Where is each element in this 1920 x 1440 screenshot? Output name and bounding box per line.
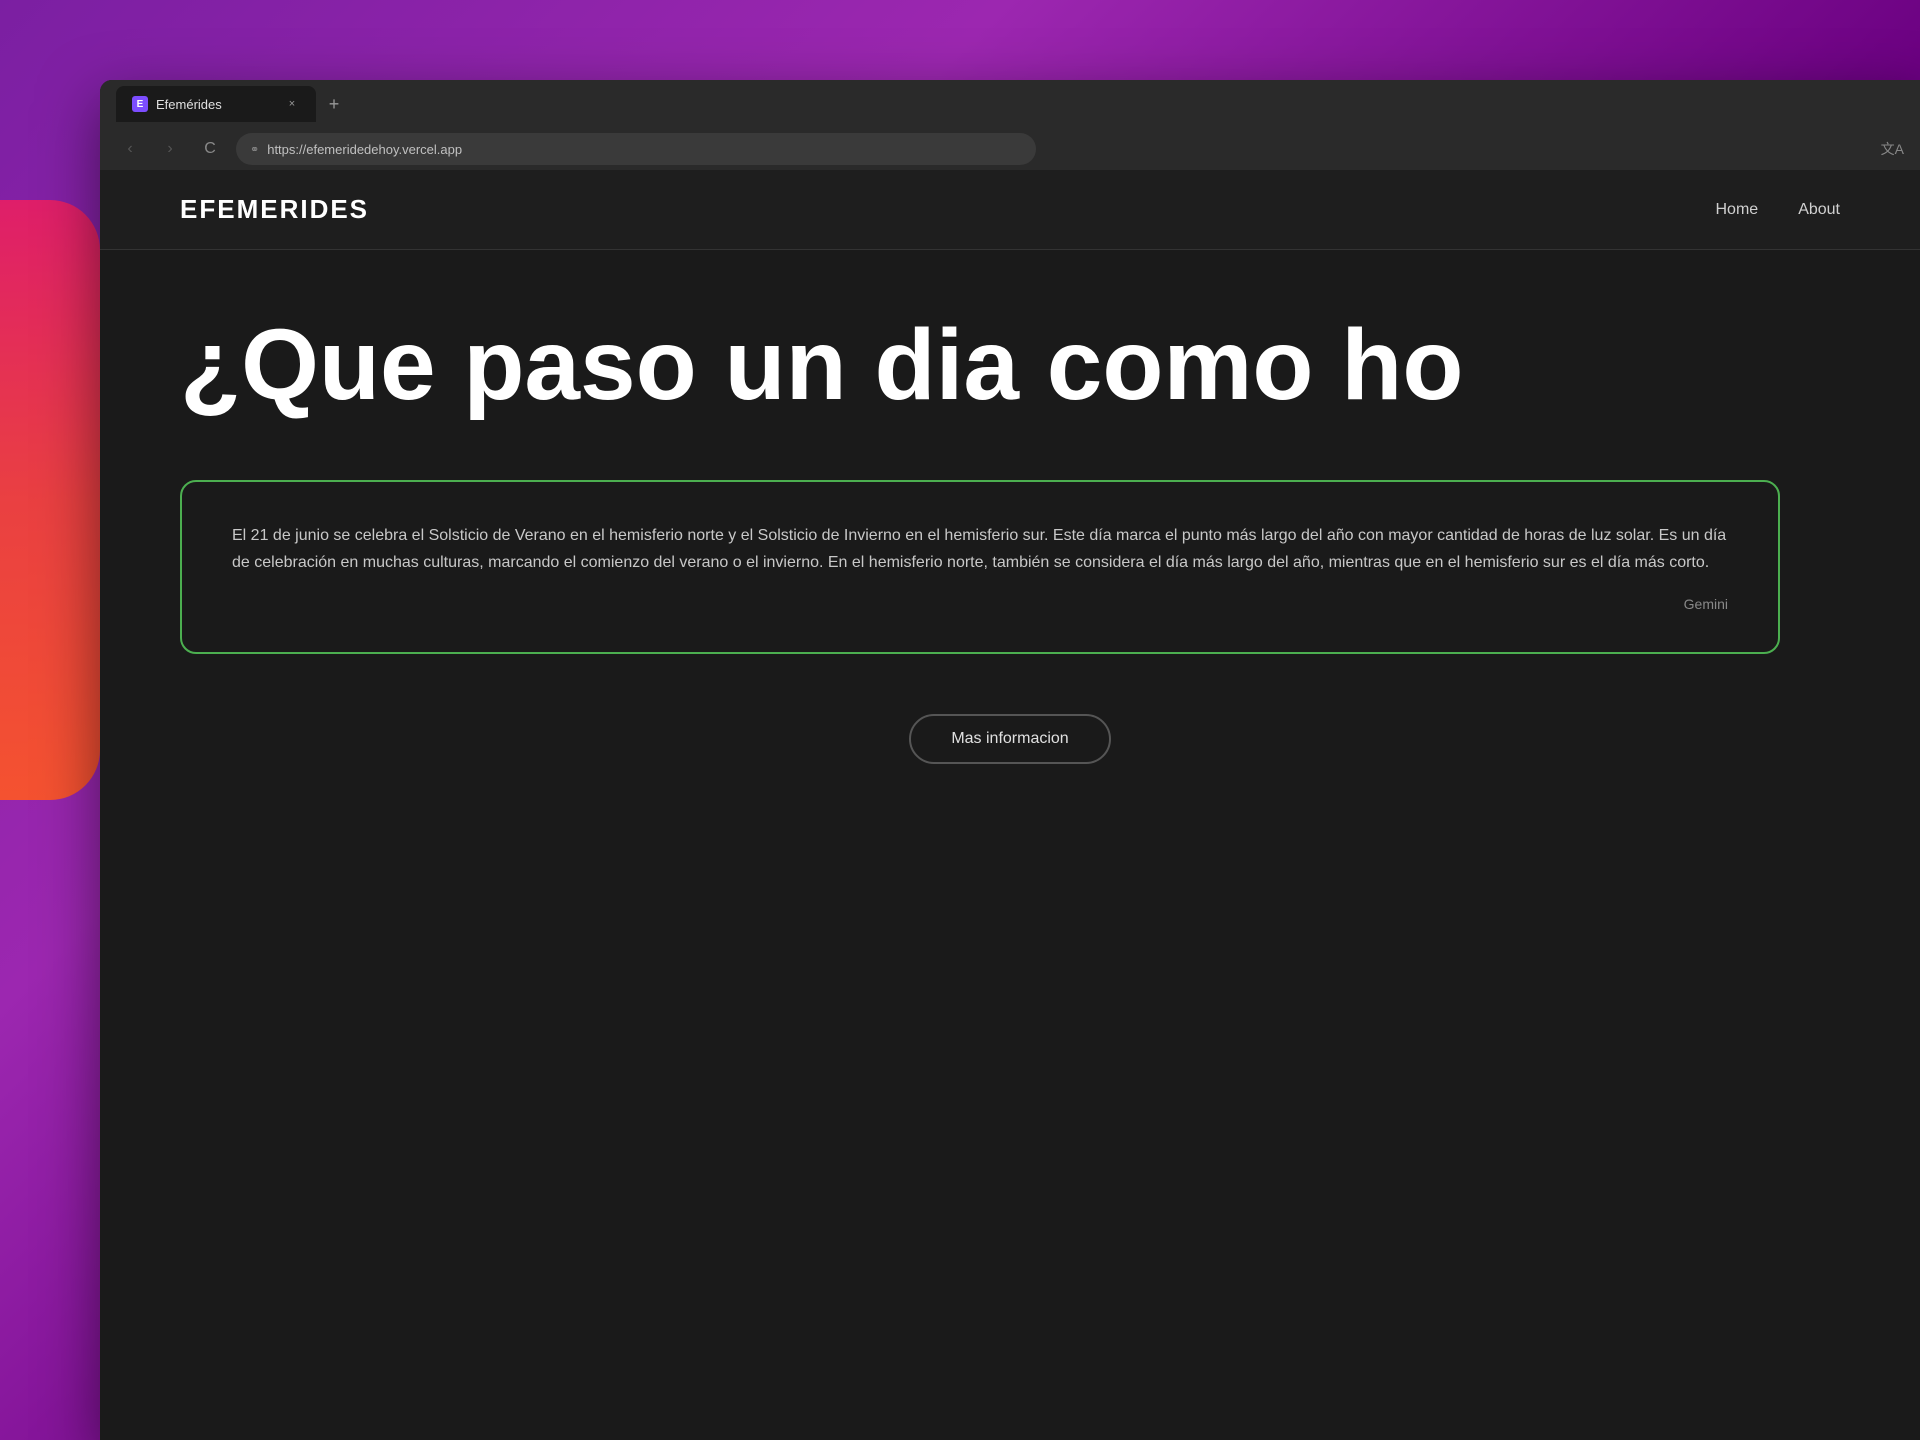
- site-navbar: EFEMERIDES Home About: [100, 170, 1920, 250]
- card-body-text: El 21 de junio se celebra el Solsticio d…: [232, 522, 1728, 576]
- browser-window: E Efemérides × + ‹ › C ⚭ https://efemeri…: [100, 80, 1920, 1440]
- translate-button[interactable]: 文A: [1881, 139, 1904, 159]
- card-attribution: Gemini: [232, 596, 1728, 612]
- url-bar[interactable]: ⚭ https://efemeridedehoy.vercel.app: [236, 133, 1036, 165]
- site-logo: EFEMERIDES: [180, 194, 369, 225]
- background-decoration: [0, 200, 100, 800]
- website-content: EFEMERIDES Home About ¿Que paso un dia c…: [100, 170, 1920, 1440]
- url-lock-icon: ⚭: [250, 143, 259, 156]
- site-main: ¿Que paso un dia como ho El 21 de junio …: [100, 250, 1920, 824]
- url-text: https://efemeridedehoy.vercel.app: [267, 142, 462, 157]
- browser-chrome: E Efemérides × + ‹ › C ⚭ https://efemeri…: [100, 80, 1920, 170]
- new-tab-button[interactable]: +: [320, 90, 348, 118]
- tab-bar: E Efemérides × +: [100, 80, 1920, 128]
- content-card: El 21 de junio se celebra el Solsticio d…: [180, 480, 1780, 654]
- site-nav-links: Home About: [1716, 201, 1841, 219]
- tab-favicon: E: [132, 96, 148, 112]
- refresh-button[interactable]: C: [196, 135, 224, 163]
- more-info-button[interactable]: Mas informacion: [909, 714, 1110, 764]
- hero-title: ¿Que paso un dia como ho: [180, 310, 1840, 420]
- forward-button[interactable]: ›: [156, 135, 184, 163]
- tab-close-button[interactable]: ×: [284, 96, 300, 112]
- tab-title: Efemérides: [156, 97, 276, 112]
- back-button[interactable]: ‹: [116, 135, 144, 163]
- nav-about-link[interactable]: About: [1798, 201, 1840, 219]
- nav-home-link[interactable]: Home: [1716, 201, 1759, 219]
- active-tab[interactable]: E Efemérides ×: [116, 86, 316, 122]
- address-bar: ‹ › C ⚭ https://efemeridedehoy.vercel.ap…: [100, 128, 1920, 170]
